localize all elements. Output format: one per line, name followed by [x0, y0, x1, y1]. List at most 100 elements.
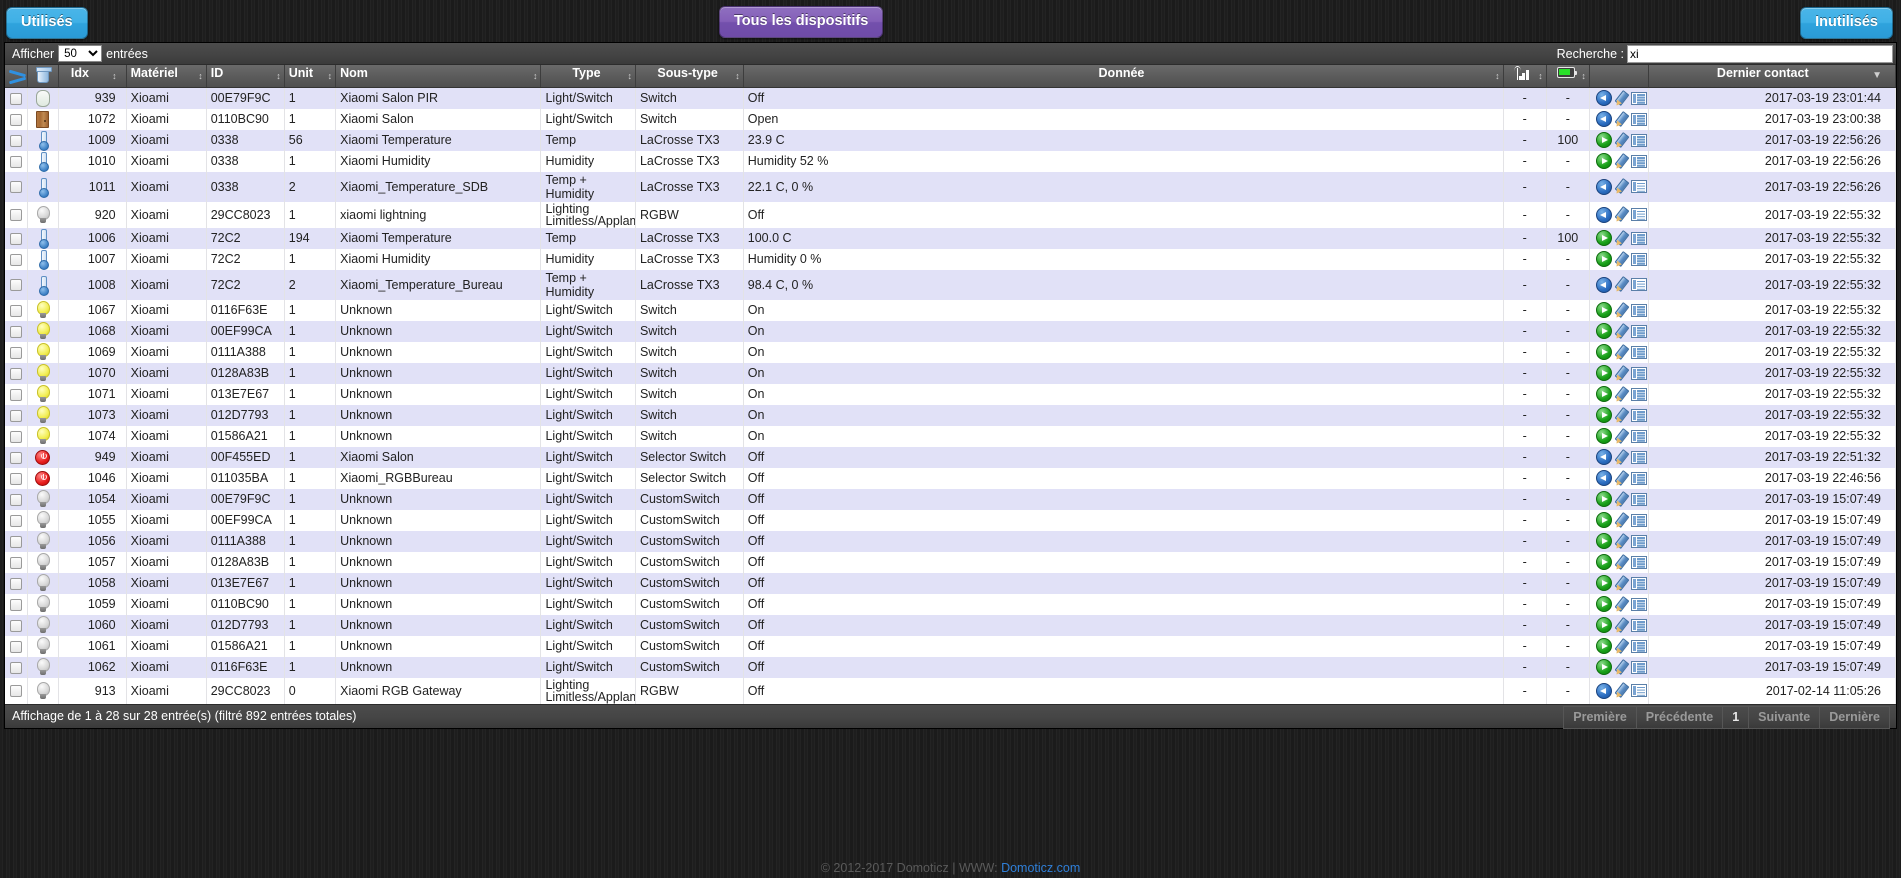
edit-icon[interactable] — [1614, 492, 1628, 507]
log-icon[interactable] — [1630, 492, 1647, 506]
shuffle-icon[interactable] — [9, 70, 26, 83]
th-dernier-contact[interactable]: Dernier contact ▼ — [1648, 65, 1896, 88]
row-select-cell[interactable] — [5, 87, 29, 109]
table-row[interactable]: 1057 Xioami 0128A83B 1 Unknown Light/Switch Cu… — [5, 551, 1896, 573]
row-select-cell[interactable] — [5, 171, 29, 202]
device-toggle-icon[interactable] — [1595, 206, 1612, 223]
device-toggle-icon[interactable] — [1595, 470, 1612, 486]
device-toggle-icon[interactable] — [1595, 344, 1612, 360]
table-row[interactable]: 1071 Xioami 013E7E67 1 Unknown Light/Switch Sw… — [5, 383, 1896, 405]
log-icon[interactable] — [1630, 408, 1647, 422]
edit-icon[interactable] — [1614, 471, 1628, 486]
table-row[interactable]: 1072 Xioami 0110BC90 1 Xiaomi Salon Light/Swi… — [5, 108, 1896, 130]
log-icon[interactable] — [1630, 639, 1647, 653]
device-toggle-icon[interactable] — [1595, 575, 1612, 591]
edit-icon[interactable] — [1614, 450, 1628, 465]
edit-icon[interactable] — [1614, 324, 1628, 339]
row-checkbox[interactable] — [10, 155, 23, 168]
table-row[interactable]: 1056 Xioami 0111A388 1 Unknown Light/Switch Cu… — [5, 530, 1896, 552]
page-length-select[interactable]: 10 25 50 100 — [58, 45, 103, 62]
pagination-first[interactable]: Première — [1563, 705, 1637, 729]
row-checkbox[interactable] — [10, 181, 23, 194]
edit-icon[interactable] — [1614, 252, 1628, 267]
th-select-all[interactable] — [5, 65, 29, 88]
device-toggle-icon[interactable] — [1595, 230, 1612, 246]
sort-icon-sous-type[interactable]: ↕ — [735, 65, 739, 87]
row-checkbox[interactable] — [10, 598, 23, 611]
log-icon[interactable] — [1630, 555, 1647, 569]
log-icon[interactable] — [1630, 684, 1647, 697]
edit-icon[interactable] — [1614, 345, 1628, 360]
row-checkbox[interactable] — [10, 577, 23, 590]
row-checkbox[interactable] — [10, 535, 23, 548]
edit-icon[interactable] — [1614, 576, 1628, 591]
all-devices-button[interactable]: Tous les dispositifs — [719, 6, 884, 38]
table-row[interactable]: 1054 Xioami 00E79F9C 1 Unknown Light/Switch Cu… — [5, 488, 1896, 510]
row-select-cell[interactable] — [5, 425, 29, 447]
table-row[interactable]: 1070 Xioami 0128A83B 1 Unknown Light/Switch Sw… — [5, 362, 1896, 384]
device-toggle-icon[interactable] — [1595, 132, 1612, 148]
pagination-next[interactable]: Suivante — [1749, 705, 1821, 729]
row-select-cell[interactable] — [5, 509, 29, 531]
row-select-cell[interactable] — [5, 656, 29, 678]
edit-icon[interactable] — [1614, 660, 1628, 675]
row-select-cell[interactable] — [5, 201, 29, 228]
row-select-cell[interactable] — [5, 635, 29, 657]
device-toggle-icon[interactable] — [1595, 659, 1612, 675]
table-row[interactable]: 1009 Xioami 0338 56 Xiaomi Temperature Temp La… — [5, 129, 1896, 151]
edit-icon[interactable] — [1614, 618, 1628, 633]
sort-icon-id[interactable]: ↕ — [276, 65, 280, 87]
row-checkbox[interactable] — [10, 346, 23, 359]
th-battery[interactable]: ↕ — [1546, 65, 1590, 88]
sort-icon-nom[interactable]: ↕ — [533, 65, 537, 87]
edit-icon[interactable] — [1614, 231, 1628, 246]
device-toggle-icon[interactable] — [1595, 276, 1612, 293]
edit-icon[interactable] — [1614, 534, 1628, 549]
row-select-cell[interactable] — [5, 467, 29, 489]
row-select-cell[interactable] — [5, 551, 29, 573]
row-checkbox[interactable] — [10, 556, 23, 569]
table-row[interactable]: 939 Xioami 00E79F9C 1 Xiaomi Salon PIR Light/… — [5, 87, 1896, 109]
log-icon[interactable] — [1630, 324, 1647, 338]
row-select-cell[interactable] — [5, 248, 29, 270]
table-row[interactable]: 920 Xioami 29CC8023 1 xiaomi lightning Lighti… — [5, 201, 1896, 228]
row-select-cell[interactable] — [5, 572, 29, 594]
unused-devices-button[interactable]: Inutilisés — [1800, 7, 1893, 39]
row-select-cell[interactable] — [5, 404, 29, 426]
table-row[interactable]: 913 Xioami 29CC8023 0 Xiaomi RGB Gateway Ligh… — [5, 677, 1896, 704]
edit-icon[interactable] — [1614, 277, 1628, 292]
copyright-link[interactable]: Domoticz.com — [1001, 861, 1080, 875]
device-toggle-icon[interactable] — [1595, 251, 1612, 267]
log-icon[interactable] — [1630, 597, 1647, 611]
row-checkbox[interactable] — [10, 367, 23, 380]
device-toggle-icon[interactable] — [1595, 533, 1612, 549]
th-nom[interactable]: Nom ↕ — [335, 65, 542, 88]
edit-icon[interactable] — [1614, 91, 1628, 106]
table-row[interactable]: 1062 Xioami 0116F63E 1 Unknown Light/Switch Cu… — [5, 656, 1896, 678]
device-toggle-icon[interactable] — [1595, 365, 1612, 381]
device-toggle-icon[interactable] — [1595, 407, 1612, 423]
table-row[interactable]: 1073 Xioami 012D7793 1 Unknown Light/Switch Sw… — [5, 404, 1896, 426]
table-row[interactable]: 1068 Xioami 00EF99CA 1 Unknown Light/Switch Sw… — [5, 320, 1896, 342]
device-toggle-icon[interactable] — [1595, 512, 1612, 528]
row-select-cell[interactable] — [5, 383, 29, 405]
sort-icon-type[interactable]: ↕ — [627, 65, 631, 87]
edit-icon[interactable] — [1614, 303, 1628, 318]
log-icon[interactable] — [1630, 208, 1647, 221]
edit-icon[interactable] — [1614, 366, 1628, 381]
sort-icon-idx[interactable]: ↕ — [112, 65, 116, 87]
row-checkbox[interactable] — [10, 232, 23, 245]
log-icon[interactable] — [1630, 154, 1647, 168]
row-select-cell[interactable] — [5, 108, 29, 130]
log-icon[interactable] — [1630, 660, 1647, 674]
edit-icon[interactable] — [1614, 207, 1628, 222]
log-icon[interactable] — [1630, 513, 1647, 527]
th-unit[interactable]: Unit ↕ — [284, 65, 337, 88]
sort-icon-signal[interactable]: ↕ — [1538, 65, 1542, 87]
row-checkbox[interactable] — [10, 430, 23, 443]
log-icon[interactable] — [1630, 112, 1647, 126]
log-icon[interactable] — [1630, 576, 1647, 590]
log-icon[interactable] — [1630, 450, 1647, 464]
row-checkbox[interactable] — [10, 92, 23, 105]
edit-icon[interactable] — [1614, 387, 1628, 402]
